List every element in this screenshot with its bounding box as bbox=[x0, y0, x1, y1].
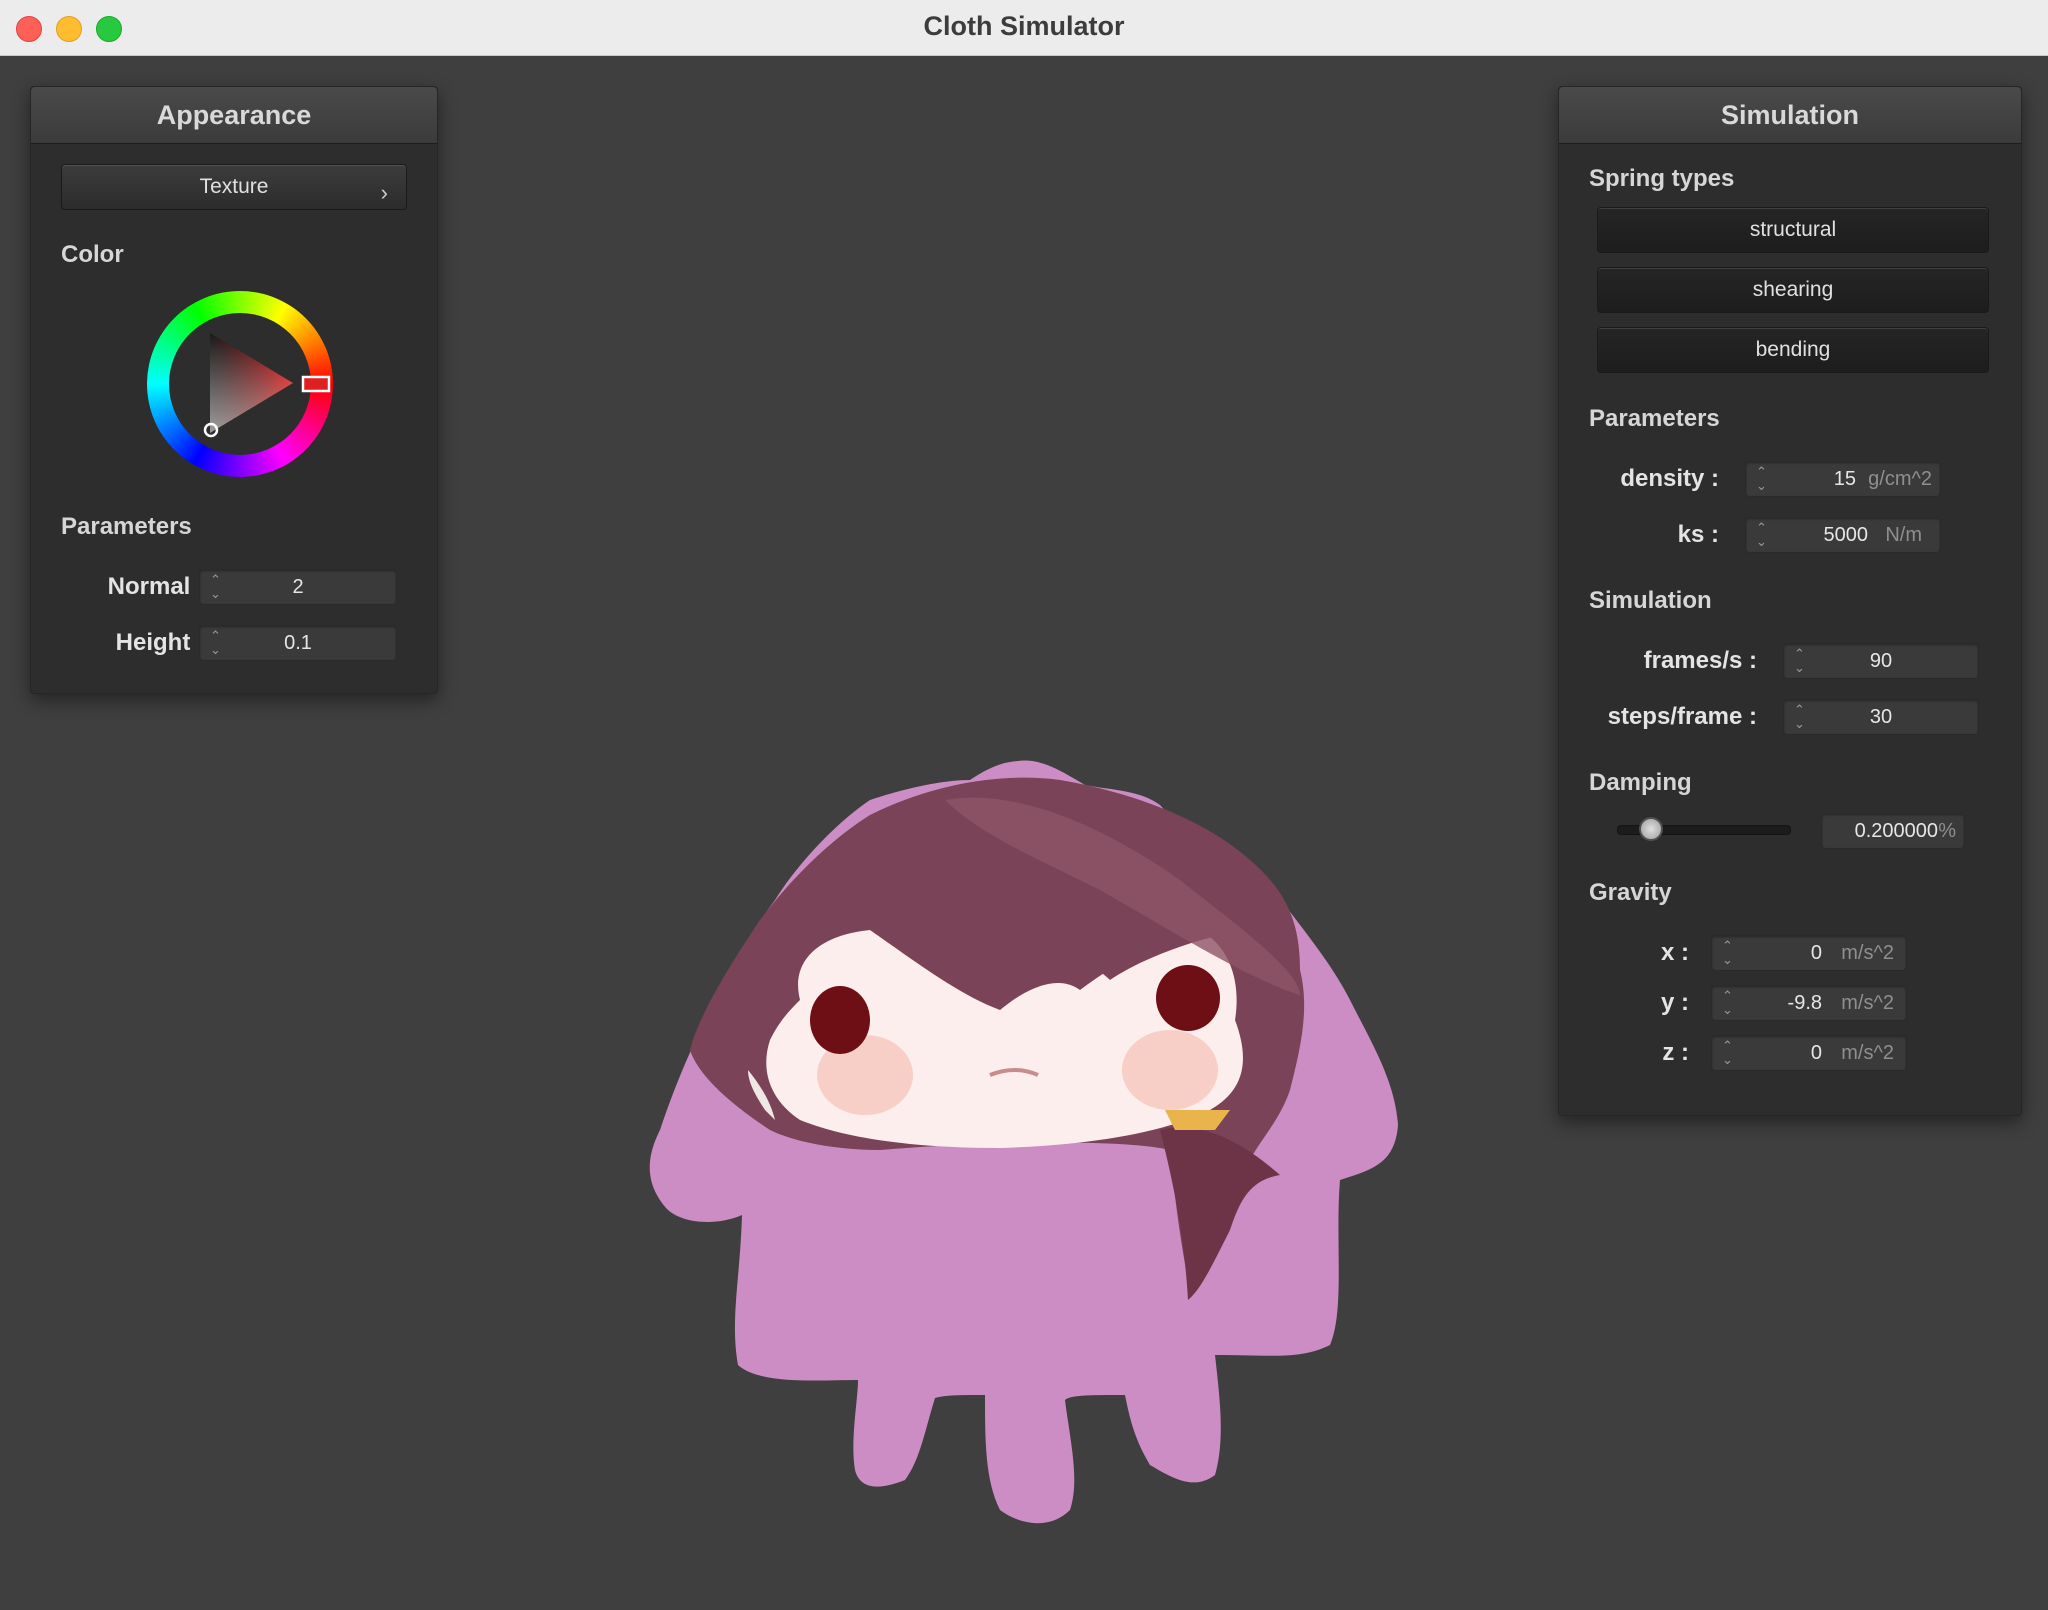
gravity-z-stepper[interactable]: ⌃ ⌄ 0 m/s^2 bbox=[1711, 1035, 1907, 1071]
spring-structural-label: structural bbox=[1749, 218, 1837, 241]
gravity-x-value: 0 bbox=[1810, 942, 1822, 964]
chevron-right-icon: › bbox=[380, 180, 388, 205]
simulation-parameters-label: Parameters bbox=[1589, 405, 1720, 432]
appearance-panel-title: Appearance bbox=[31, 87, 437, 144]
gravity-z-value: 0 bbox=[1810, 1042, 1822, 1064]
color-label: Color bbox=[61, 241, 124, 268]
gravity-x-unit: m/s^2 bbox=[1841, 942, 1894, 964]
steps-label: steps/frame : bbox=[1607, 703, 1757, 730]
gravity-y-unit: m/s^2 bbox=[1841, 992, 1894, 1014]
normal-label: Normal : bbox=[107, 573, 205, 600]
color-triangle[interactable] bbox=[147, 291, 333, 477]
damping-slider-handle[interactable] bbox=[1639, 817, 1663, 841]
texture-button-label: Texture bbox=[199, 175, 269, 198]
texture-button[interactable]: Texture › bbox=[61, 164, 407, 210]
stepper-arrows-icon[interactable]: ⌃ ⌄ bbox=[1756, 521, 1768, 549]
gravity-z-unit: m/s^2 bbox=[1841, 1042, 1894, 1064]
fps-label: frames/s : bbox=[1643, 647, 1757, 674]
gravity-y-value: -9.8 bbox=[1787, 992, 1822, 1014]
right-cheek bbox=[1122, 1030, 1218, 1110]
height-stepper[interactable]: ⌃ ⌄ 0.1 bbox=[199, 625, 397, 661]
damping-value: 0.200000 bbox=[1854, 820, 1938, 842]
damping-unit: % bbox=[1938, 820, 1956, 842]
gravity-z-label: z : bbox=[1662, 1039, 1689, 1066]
density-value: 15 bbox=[1833, 468, 1856, 490]
damping-label: Damping bbox=[1589, 769, 1692, 796]
stepper-arrows-icon[interactable]: ⌃ ⌄ bbox=[1722, 1039, 1734, 1067]
spring-shearing-label: shearing bbox=[1752, 278, 1834, 301]
simulation-section-label: Simulation bbox=[1589, 587, 1712, 614]
stepper-arrows-icon[interactable]: ⌃ ⌄ bbox=[1722, 939, 1734, 967]
simulation-panel: Simulation Spring types structural shear… bbox=[1558, 86, 2022, 1116]
spring-shearing-toggle[interactable]: shearing bbox=[1597, 267, 1989, 313]
height-value: 0.1 bbox=[284, 632, 312, 654]
height-label: Height : bbox=[115, 629, 205, 656]
fps-stepper[interactable]: ⌃ ⌄ 90 bbox=[1783, 643, 1979, 679]
ks-label: ks : bbox=[1677, 521, 1719, 548]
spring-types-label: Spring types bbox=[1589, 165, 1735, 192]
steps-value: 30 bbox=[1869, 706, 1893, 728]
density-stepper[interactable]: ⌃ ⌄ 15 g/cm^2 bbox=[1745, 461, 1941, 497]
ks-stepper[interactable]: ⌃ ⌄ 5000 N/m bbox=[1745, 517, 1941, 553]
steps-stepper[interactable]: ⌃ ⌄ 30 bbox=[1783, 699, 1979, 735]
density-unit: g/cm^2 bbox=[1868, 468, 1932, 490]
spring-structural-toggle[interactable]: structural bbox=[1597, 207, 1989, 253]
spring-bending-toggle[interactable]: bending bbox=[1597, 327, 1989, 373]
ks-value: 5000 bbox=[1823, 524, 1869, 546]
ks-unit: N/m bbox=[1885, 524, 1922, 546]
left-eye bbox=[810, 986, 870, 1054]
spring-bending-label: bending bbox=[1755, 338, 1831, 361]
simulation-panel-title: Simulation bbox=[1559, 87, 2021, 144]
fps-value: 90 bbox=[1869, 650, 1893, 672]
appearance-parameters-label: Parameters bbox=[61, 513, 192, 540]
title-bar: Cloth Simulator bbox=[0, 0, 2048, 56]
appearance-panel: Appearance Texture › Color Parameters No… bbox=[30, 86, 438, 694]
density-label: density : bbox=[1620, 465, 1719, 492]
color-wheel[interactable] bbox=[147, 291, 333, 477]
gravity-label: Gravity bbox=[1589, 879, 1672, 906]
right-eye bbox=[1156, 965, 1220, 1031]
gravity-x-stepper[interactable]: ⌃ ⌄ 0 m/s^2 bbox=[1711, 935, 1907, 971]
gravity-y-stepper[interactable]: ⌃ ⌄ -9.8 m/s^2 bbox=[1711, 985, 1907, 1021]
window-title: Cloth Simulator bbox=[923, 11, 1125, 41]
stepper-arrows-icon[interactable]: ⌃ ⌄ bbox=[1756, 465, 1768, 493]
normal-value: 2 bbox=[292, 576, 304, 598]
hue-selector-handle bbox=[301, 375, 331, 393]
stepper-arrows-icon[interactable]: ⌃ ⌄ bbox=[1722, 989, 1734, 1017]
gravity-x-label: x : bbox=[1660, 939, 1689, 966]
damping-field[interactable]: 0.200000 % bbox=[1821, 813, 1965, 849]
gravity-y-label: y : bbox=[1660, 989, 1689, 1016]
normal-stepper[interactable]: ⌃ ⌄ 2 bbox=[199, 569, 397, 605]
